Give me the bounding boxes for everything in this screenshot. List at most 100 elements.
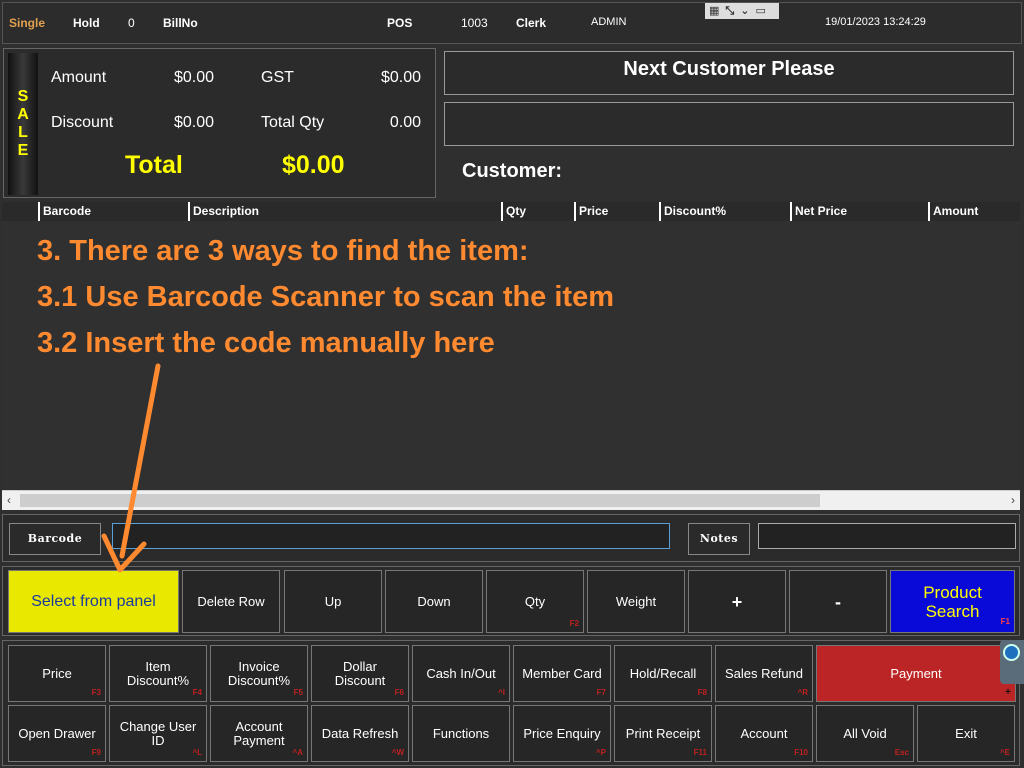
- bill-number-label: BillNo: [163, 16, 198, 30]
- down-button[interactable]: Down: [385, 570, 483, 633]
- shortcut-key: F9: [91, 748, 101, 757]
- shortcut-key: ^E: [999, 748, 1010, 757]
- button-label: Account Payment: [233, 718, 285, 748]
- select-from-panel-button[interactable]: Select from panel: [8, 570, 179, 633]
- item-grid[interactable]: 3. There are 3 ways to find the item: 3.…: [2, 221, 1020, 491]
- sales-refund-button[interactable]: Sales Refund ^R: [715, 645, 813, 702]
- button-label: Price: [42, 665, 72, 681]
- button-label: Data Refresh: [321, 725, 399, 741]
- shortcut-key: F11: [693, 748, 707, 757]
- button-label: Qty: [524, 593, 546, 609]
- print-receipt-button[interactable]: Print Receipt F11: [614, 705, 712, 762]
- resize-icon[interactable]: ⤡: [725, 3, 734, 19]
- button-label: Up: [324, 593, 342, 609]
- pos-label: POS: [387, 16, 413, 30]
- open-drawer-button[interactable]: Open Drawer F9: [8, 705, 106, 762]
- dollar-discount-button[interactable]: Dollar Discount F6: [311, 645, 409, 702]
- member-card-button[interactable]: Member Card F7: [513, 645, 611, 702]
- window-controls: ▦ ⤡ ⌄ ▭: [705, 3, 779, 19]
- barcode-button[interactable]: Barcode: [9, 523, 101, 555]
- change-user-id-button[interactable]: Change User ID ^L: [109, 705, 207, 762]
- side-panel-tab[interactable]: [1000, 640, 1024, 684]
- amount-value: $0.00: [173, 69, 214, 86]
- button-label: All Void: [843, 725, 887, 741]
- mode-label: Single: [9, 16, 46, 30]
- column-header[interactable]: Amount: [928, 202, 1020, 221]
- hold-recall-button[interactable]: Hold/Recall F8: [614, 645, 712, 702]
- button-label: -: [835, 591, 841, 612]
- notes-input[interactable]: [758, 523, 1016, 549]
- invoice-discount-button[interactable]: Invoice Discount% F5: [210, 645, 308, 702]
- total-value: $0.00: [282, 151, 345, 179]
- monitor-icon[interactable]: ▭: [755, 3, 765, 19]
- exit-button[interactable]: Exit ^E: [917, 705, 1015, 762]
- scroll-left-icon[interactable]: ‹: [7, 493, 11, 507]
- column-header[interactable]: Description: [188, 202, 501, 221]
- column-header[interactable]: Qty: [501, 202, 574, 221]
- weight-button[interactable]: Weight: [587, 570, 685, 633]
- total-qty-label: Total Qty: [261, 114, 325, 131]
- shortcut-key: F4: [192, 688, 202, 697]
- shortcut-key: ^P: [595, 748, 606, 757]
- account-button[interactable]: Account F10: [715, 705, 813, 762]
- remote-support-icon[interactable]: [1003, 644, 1020, 661]
- product-search-button[interactable]: Product Search F1: [890, 570, 1015, 633]
- row-indicator-header: [2, 202, 38, 221]
- functions-button[interactable]: Functions: [412, 705, 510, 762]
- plus-button[interactable]: +: [688, 570, 786, 633]
- cash-in-out-button[interactable]: Cash In/Out ^I: [412, 645, 510, 702]
- column-header[interactable]: Price: [574, 202, 659, 221]
- sale-mode-indicator: S A L E: [8, 53, 38, 195]
- button-label: Member Card: [522, 665, 602, 681]
- discount-label: Discount: [51, 114, 114, 131]
- grid-icon[interactable]: ▦: [709, 3, 719, 19]
- notes-button[interactable]: Notes: [688, 523, 750, 555]
- status-bar: Single Hold 0 BillNo POS 1003 Clerk ADMI…: [2, 2, 1022, 44]
- button-label: Price Enquiry: [523, 725, 601, 741]
- grid-header: Barcode Description Qty Price Discount% …: [2, 202, 1020, 221]
- data-refresh-button[interactable]: Data Refresh ^W: [311, 705, 409, 762]
- clerk-label: Clerk: [516, 16, 547, 30]
- button-label: Exit: [955, 725, 977, 741]
- action-button-row: Select from panel Delete Row Up Down Qty…: [2, 566, 1020, 636]
- button-label: +: [731, 591, 743, 612]
- minus-button[interactable]: -: [789, 570, 887, 633]
- up-button[interactable]: Up: [284, 570, 382, 633]
- price-enquiry-button[interactable]: Price Enquiry ^P: [513, 705, 611, 762]
- payment-button[interactable]: Payment +: [816, 645, 1016, 702]
- hold-label: Hold: [73, 16, 100, 30]
- qty-button[interactable]: Qty F2: [486, 570, 584, 633]
- button-label: Weight: [615, 593, 657, 609]
- column-header[interactable]: Barcode: [38, 202, 188, 221]
- function-button-panel: Price F3 Item Discount% F4 Invoice Discoun…: [2, 640, 1020, 766]
- account-payment-button[interactable]: Account Payment ^A: [210, 705, 308, 762]
- pos-number: 1003: [461, 16, 488, 30]
- horizontal-scrollbar[interactable]: ‹ ›: [2, 490, 1020, 510]
- hold-count: 0: [128, 16, 135, 30]
- shortcut-key: Esc: [894, 748, 909, 757]
- clerk-name: ADMIN: [591, 16, 627, 28]
- customer-message: Next Customer Please: [444, 51, 1014, 95]
- shortcut-key: F8: [697, 688, 707, 697]
- button-label: Dollar Discount: [334, 658, 386, 688]
- price-button[interactable]: Price F3: [8, 645, 106, 702]
- shortcut-key: ^R: [797, 688, 808, 697]
- total-label: Total: [125, 151, 183, 179]
- shortcut-key: F3: [91, 688, 101, 697]
- all-void-button[interactable]: All Void Esc: [816, 705, 914, 762]
- shortcut-key: F5: [293, 688, 303, 697]
- chevron-down-icon[interactable]: ⌄: [740, 3, 749, 19]
- scrollbar-thumb[interactable]: [20, 494, 820, 507]
- column-header[interactable]: Discount%: [659, 202, 790, 221]
- shortcut-key: F7: [596, 688, 606, 697]
- shortcut-key: ^I: [498, 688, 505, 697]
- delete-row-button[interactable]: Delete Row: [182, 570, 280, 633]
- item-discount-button[interactable]: Item Discount% F4: [109, 645, 207, 702]
- shortcut-key: ^A: [292, 748, 303, 757]
- column-header[interactable]: Net Price: [790, 202, 928, 221]
- scroll-right-icon[interactable]: ›: [1011, 493, 1015, 507]
- button-label: Open Drawer: [18, 725, 96, 741]
- button-label: Hold/Recall: [629, 665, 697, 681]
- secondary-message: [444, 102, 1014, 146]
- barcode-input[interactable]: [112, 523, 670, 549]
